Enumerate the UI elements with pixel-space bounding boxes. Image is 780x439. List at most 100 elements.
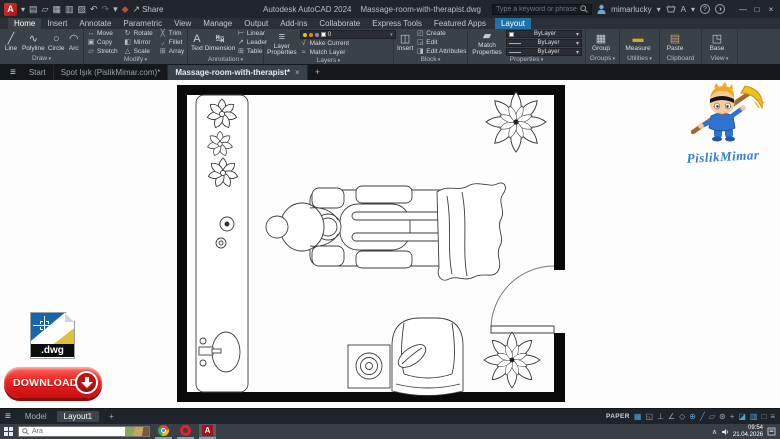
- file-tab-start[interactable]: Start: [22, 65, 54, 80]
- rotate-button[interactable]: ↻Rotate: [124, 30, 153, 38]
- dimension-button[interactable]: ↹Dimension: [206, 33, 234, 53]
- ribbon-tab-addins[interactable]: Add-ins: [274, 18, 313, 29]
- clean-screen-icon[interactable]: □: [761, 413, 766, 421]
- create-block-button[interactable]: ◰Create: [416, 30, 466, 38]
- isolate-objects-icon[interactable]: ◪: [738, 413, 746, 421]
- taskbar-search[interactable]: [18, 426, 150, 437]
- fillet-button[interactable]: ◞Fillet: [159, 39, 185, 47]
- ribbon-tab-layout[interactable]: Layout: [495, 18, 531, 29]
- drawing-canvas[interactable]: PislikMimar .dwg DOWNLOAD: [0, 80, 780, 408]
- user-dropdown-icon[interactable]: ▾: [657, 5, 661, 14]
- graphics-performance-icon[interactable]: ▥: [750, 413, 758, 421]
- keyword-search[interactable]: [492, 4, 592, 15]
- annotation-monitor-icon[interactable]: +: [730, 413, 735, 421]
- panel-label-draw[interactable]: Draw: [0, 55, 83, 64]
- edit-attributes-button[interactable]: ◨Edit Attributes: [416, 48, 466, 56]
- lotus-flower-bottom[interactable]: [484, 332, 540, 388]
- apps-dropdown-icon[interactable]: ▾: [691, 5, 695, 14]
- taskbar-chrome[interactable]: [155, 424, 172, 439]
- plot-icon[interactable]: ▨: [77, 5, 86, 14]
- isodraft-toggle-icon[interactable]: ◇: [679, 413, 685, 421]
- help-icon[interactable]: ?: [700, 4, 710, 14]
- array-button[interactable]: ⊞Array: [159, 48, 185, 56]
- customization-menu-icon[interactable]: ≡: [770, 413, 775, 421]
- stretch-button[interactable]: ▱Stretch: [87, 48, 118, 56]
- ribbon-tab-parametric[interactable]: Parametric: [117, 18, 168, 29]
- keyword-search-input[interactable]: [496, 6, 580, 13]
- door[interactable]: [491, 266, 554, 333]
- panel-label-block[interactable]: Block: [394, 56, 467, 64]
- panel-label-annotation[interactable]: Annotation: [188, 56, 263, 64]
- make-current-button[interactable]: √Make Current: [300, 40, 396, 48]
- close-tab-icon[interactable]: ×: [295, 68, 300, 77]
- undo-icon[interactable]: ↶: [90, 5, 98, 14]
- file-tab-spot[interactable]: Spot Işık (PislikMimar.com)*: [54, 65, 169, 80]
- ribbon-tab-annotate[interactable]: Annotate: [73, 18, 117, 29]
- panel-label-layers[interactable]: Layers: [264, 57, 393, 65]
- osnap-toggle-icon[interactable]: ⊕: [689, 413, 696, 421]
- linear-button[interactable]: ⊢Linear: [237, 30, 267, 38]
- floor-plan[interactable]: [0, 80, 780, 408]
- panel-label-properties[interactable]: Properties: [468, 56, 585, 64]
- space-mode-label[interactable]: PAPER: [606, 413, 630, 420]
- panel-label-modify[interactable]: Modify: [84, 56, 187, 64]
- notification-center-icon[interactable]: [767, 427, 776, 436]
- download-button[interactable]: DOWNLOAD: [4, 366, 102, 404]
- group-button[interactable]: ▦Group: [589, 33, 613, 53]
- user-avatar-icon[interactable]: [597, 4, 606, 14]
- dwg-file-icon[interactable]: .dwg: [30, 312, 75, 359]
- paste-button[interactable]: ▤Paste: [663, 33, 687, 53]
- windows-start-icon[interactable]: [4, 427, 13, 436]
- panel-label-utilities[interactable]: Utilities: [620, 55, 659, 64]
- share-button[interactable]: ↗ Share: [133, 5, 164, 14]
- move-button[interactable]: ↔Move: [87, 30, 118, 38]
- taskbar-opera[interactable]: [177, 424, 194, 439]
- search-highlight-image[interactable]: [125, 427, 149, 436]
- ribbon-tab-insert[interactable]: Insert: [41, 18, 73, 29]
- speaker[interactable]: [348, 345, 390, 388]
- pin-icon[interactable]: ◆: [122, 5, 129, 14]
- volume-icon[interactable]: [721, 428, 729, 436]
- lotus-flower-top[interactable]: [486, 92, 546, 152]
- layout-menu-icon[interactable]: ≡: [5, 411, 15, 422]
- qat-dropdown-icon[interactable]: ▾: [113, 5, 118, 14]
- panel-label-view[interactable]: View: [702, 55, 737, 64]
- text-button[interactable]: AText: [191, 33, 203, 53]
- scale-button[interactable]: △Scale: [124, 48, 153, 56]
- match-layer-button[interactable]: ≈Match Layer: [300, 49, 396, 57]
- file-tabs-menu-icon[interactable]: ≡: [4, 67, 22, 78]
- taskbar-clock[interactable]: 09:54 21.04.2026: [733, 425, 763, 438]
- layer-properties-button[interactable]: ≡Layer Properties: [267, 31, 297, 57]
- line-button[interactable]: ╱Line: [3, 33, 19, 53]
- app-menu-button[interactable]: A: [4, 3, 17, 16]
- ribbon-tab-express-tools[interactable]: Express Tools: [366, 18, 428, 29]
- ribbon-tab-manage[interactable]: Manage: [197, 18, 238, 29]
- match-properties-button[interactable]: ▰Match Properties: [471, 30, 503, 56]
- blanket[interactable]: [437, 183, 505, 280]
- taskbar-autocad[interactable]: A: [199, 424, 216, 439]
- new-file-icon[interactable]: ▤: [29, 5, 38, 14]
- search-icon[interactable]: [580, 5, 588, 13]
- autodesk-apps-icon[interactable]: A: [681, 5, 686, 14]
- hidden-icons-chevron-icon[interactable]: ∧: [712, 428, 717, 436]
- file-tab-massage-room[interactable]: Massage-room-with-therapist*×: [168, 65, 307, 80]
- linetype-select[interactable]: ByLayer▾: [506, 48, 582, 56]
- grid-toggle-icon[interactable]: ▦: [634, 413, 642, 421]
- base-button[interactable]: ◳Base: [705, 33, 729, 53]
- redo-icon[interactable]: ↷: [102, 5, 110, 14]
- leader-button[interactable]: ↗Leader: [237, 39, 267, 47]
- username[interactable]: mimarlucky: [611, 5, 651, 14]
- new-drawing-tab-button[interactable]: +: [308, 67, 327, 77]
- lineweight-select[interactable]: ByLayer▾: [506, 39, 582, 47]
- panel-label-clipboard[interactable]: Clipboard: [660, 55, 701, 64]
- circle-button[interactable]: ○Circle: [48, 33, 65, 53]
- edit-block-button[interactable]: ◲Edit: [416, 39, 466, 47]
- trim-button[interactable]: ╳Trim: [159, 30, 185, 38]
- copy-button[interactable]: ▣Copy: [87, 39, 118, 47]
- pen-toggle-icon[interactable]: ╱: [700, 413, 705, 421]
- restore-button[interactable]: □: [750, 5, 764, 14]
- snap-toggle-icon[interactable]: ◱: [645, 413, 653, 421]
- ribbon-tab-home[interactable]: Home: [8, 18, 41, 29]
- annotation-visibility-icon[interactable]: ▱: [709, 413, 715, 421]
- ribbon-tab-output[interactable]: Output: [238, 18, 274, 29]
